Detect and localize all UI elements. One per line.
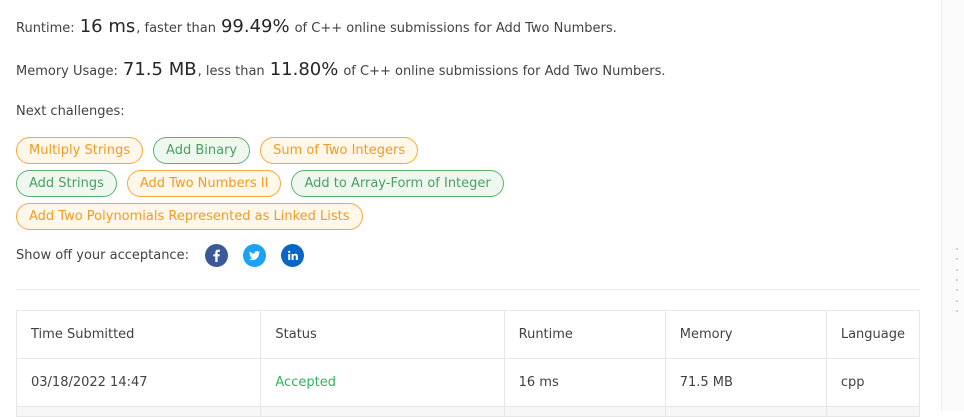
twitter-icon <box>249 251 261 261</box>
next-challenges-row: Add Two Polynomials Represented as Linke… <box>16 203 363 230</box>
cell-memory: 71.5 MB <box>664 358 827 407</box>
table-header-row: Time Submitted Status Runtime Memory Lan… <box>15 310 921 359</box>
column-header-status[interactable]: Status <box>260 310 505 359</box>
facebook-icon <box>213 249 220 262</box>
memory-summary: Memory Usage: 71.5 MB , less than 11.80%… <box>16 59 666 80</box>
cell-empty <box>825 406 921 417</box>
submissions-table: Time Submitted Status Runtime Memory Lan… <box>15 310 921 417</box>
cell-time-submitted: 03/18/2022 14:47 <box>15 358 262 407</box>
next-challenges-label: Next challenges: <box>16 104 125 119</box>
table-row <box>15 406 921 417</box>
memory-percentile: 11.80% <box>269 59 339 80</box>
cell-empty <box>15 406 262 417</box>
facebook-share-button[interactable] <box>205 244 228 267</box>
runtime-summary: Runtime: 16 ms , faster than 99.49% of C… <box>16 16 617 37</box>
vertical-scrollbar[interactable] <box>941 0 964 411</box>
linkedin-icon <box>288 250 298 260</box>
challenge-chip-sum-of-two-integers[interactable]: Sum of Two Integers <box>260 137 419 164</box>
cell-language: cpp <box>825 358 921 407</box>
challenge-chip-add-to-array-form[interactable]: Add to Array-Form of Integer <box>291 170 504 197</box>
challenge-chip-add-two-polynomials[interactable]: Add Two Polynomials Represented as Linke… <box>16 203 363 230</box>
challenge-chip-add-strings[interactable]: Add Strings <box>16 170 117 197</box>
runtime-suffix: of C++ online submissions for Add Two Nu… <box>294 21 617 36</box>
next-challenges-row: Multiply Strings Add Binary Sum of Two I… <box>16 137 419 164</box>
column-header-memory[interactable]: Memory <box>664 310 827 359</box>
next-challenges-row: Add Strings Add Two Numbers II Add to Ar… <box>16 170 504 197</box>
cell-empty <box>503 406 666 417</box>
runtime-comparison-text: , faster than <box>136 21 216 36</box>
column-header-language[interactable]: Language <box>825 310 921 359</box>
share-label: Show off your acceptance: <box>16 248 189 263</box>
memory-value: 71.5 MB <box>122 59 197 80</box>
cell-empty <box>664 406 827 417</box>
column-header-runtime[interactable]: Runtime <box>503 310 666 359</box>
cell-runtime: 16 ms <box>503 358 666 407</box>
resize-grip-icon[interactable] <box>956 248 959 312</box>
submission-detail-panel: Runtime: 16 ms , faster than 99.49% of C… <box>0 0 941 417</box>
cell-empty <box>260 406 505 417</box>
cell-status-link[interactable]: Accepted <box>260 358 505 407</box>
runtime-percentile: 99.49% <box>220 16 290 37</box>
column-header-time-submitted[interactable]: Time Submitted <box>15 310 262 359</box>
memory-comparison-text: , less than <box>197 64 265 79</box>
challenge-chip-add-binary[interactable]: Add Binary <box>153 137 251 164</box>
memory-suffix: of C++ online submissions for Add Two Nu… <box>343 64 666 79</box>
runtime-value: 16 ms <box>79 16 136 37</box>
table-row[interactable]: 03/18/2022 14:47 Accepted 16 ms 71.5 MB … <box>15 358 921 407</box>
challenge-chip-multiply-strings[interactable]: Multiply Strings <box>16 137 144 164</box>
section-divider <box>16 289 920 290</box>
runtime-label: Runtime: <box>16 21 75 36</box>
memory-label: Memory Usage: <box>16 64 118 79</box>
linkedin-share-button[interactable] <box>281 244 304 267</box>
challenge-chip-add-two-numbers-ii[interactable]: Add Two Numbers II <box>126 170 282 197</box>
twitter-share-button[interactable] <box>243 244 266 267</box>
